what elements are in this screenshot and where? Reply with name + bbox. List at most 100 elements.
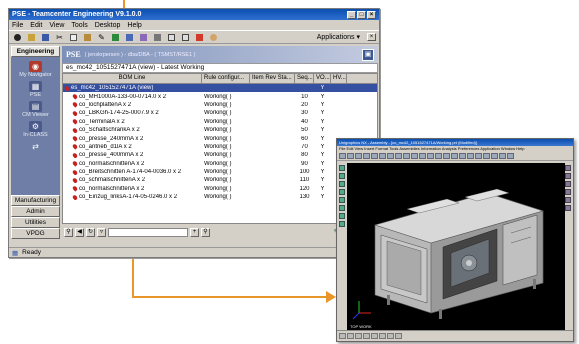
cad-tool-icon[interactable] (347, 153, 354, 159)
nav-item-connector[interactable]: ⇄ (29, 141, 42, 152)
add-icon[interactable]: + (190, 227, 199, 237)
cad-side-icon[interactable] (565, 205, 571, 211)
cad-tool-icon[interactable] (395, 153, 402, 159)
cad-side-icon[interactable] (339, 173, 345, 179)
cad-tool-icon[interactable] (419, 153, 426, 159)
open-folder-icon[interactable] (26, 32, 37, 42)
cad-status-icon[interactable] (355, 333, 362, 339)
cad-side-icon[interactable] (565, 197, 571, 203)
cad-side-icon[interactable] (565, 173, 571, 179)
cad-tool-icon[interactable] (499, 153, 506, 159)
person-icon[interactable] (208, 32, 219, 42)
minimize-button[interactable]: _ (347, 10, 356, 19)
cad-tool-icon[interactable] (387, 153, 394, 159)
pen-icon[interactable]: ✎ (96, 32, 107, 42)
cad-tool-icon[interactable] (427, 153, 434, 159)
cad-tool-icon[interactable] (411, 153, 418, 159)
cad-status-icon[interactable] (387, 333, 394, 339)
cad-status-icon[interactable] (363, 333, 370, 339)
menu-desktop[interactable]: Desktop (95, 22, 121, 29)
cad-tool-icon[interactable] (459, 153, 466, 159)
copy-icon[interactable] (68, 32, 79, 42)
table-row[interactable]: co_schmalschnittenA x 2 Working( ) 110 Y (63, 176, 377, 184)
cad-side-icon[interactable] (339, 189, 345, 195)
cad-status-icon[interactable] (395, 333, 402, 339)
cad-tool-icon[interactable] (363, 153, 370, 159)
cad-tool-icon[interactable] (371, 153, 378, 159)
table-row[interactable]: co_Breitschnitten A-174-04-0036.0 x 2 Wor… (63, 168, 377, 176)
close-button[interactable]: × (367, 10, 376, 19)
search-icon[interactable]: ⚲ (64, 227, 73, 237)
grid-icon[interactable] (166, 32, 177, 42)
column-rule-config[interactable]: Rule configur... (202, 74, 250, 83)
table-row[interactable]: co_LBKGh-174-25-0007.9 x 2 Working( ) 30 Y (63, 109, 377, 117)
tab-utilities[interactable]: Utilities (11, 217, 60, 228)
table-row[interactable]: co_normalschnittenA x 2 Working( ) 90 Y (63, 160, 377, 168)
structure-icon[interactable] (124, 32, 135, 42)
filter-icon[interactable]: ▿ (97, 227, 106, 237)
table-row[interactable]: co_MH1000A-133-00-0714.0 x 2 Working( ) 10… (63, 92, 377, 100)
table-row[interactable]: co_normalschnittenA x 2 Working( ) 120 Y (63, 185, 377, 193)
column-seq[interactable]: Seq... (295, 74, 314, 83)
menu-help[interactable]: Help (127, 22, 141, 29)
cad-tool-icon[interactable] (339, 153, 346, 159)
find-icon[interactable]: ⚲ (201, 227, 210, 237)
table-row[interactable]: co_Einzug_linksA-174-05-0246.0 x 2 Workin… (63, 193, 377, 201)
refresh-icon[interactable]: ↻ (86, 227, 95, 237)
cad-tool-icon[interactable] (451, 153, 458, 159)
cad-side-icon[interactable] (565, 181, 571, 187)
cad-status-icon[interactable] (347, 333, 354, 339)
paste-icon[interactable] (82, 32, 93, 42)
nav-item-cm-viewer[interactable]: ▤ CM Viewer (22, 101, 49, 118)
applications-menu[interactable]: Applications ▾ (314, 33, 363, 42)
applications-close-button[interactable]: × (367, 33, 376, 41)
tab-admin[interactable]: Admin (11, 206, 60, 217)
column-hv[interactable]: HV... (331, 74, 347, 83)
settings-icon[interactable] (152, 32, 163, 42)
table-row[interactable]: co_presse_240mmA x 2 Working( ) 60 Y (63, 134, 377, 142)
compare-icon[interactable] (138, 32, 149, 42)
tab-manufacturing[interactable]: Manufacturing (11, 195, 60, 206)
cad-side-icon[interactable] (339, 221, 345, 227)
cad-side-icon[interactable] (565, 189, 571, 195)
cad-side-icon[interactable] (339, 197, 345, 203)
window-titlebar[interactable]: PSE - Teamcenter Engineering V9.1.0.0 _ … (9, 9, 379, 20)
column-item-rev-status[interactable]: Item Rev Sta... (250, 74, 295, 83)
cad-tool-icon[interactable] (507, 153, 514, 159)
cad-tool-icon[interactable] (475, 153, 482, 159)
tab-engineering[interactable]: Engineering (11, 46, 60, 57)
cut-icon[interactable]: ✂ (54, 32, 65, 42)
cad-status-icon[interactable] (379, 333, 386, 339)
pdf-icon[interactable] (194, 32, 205, 42)
cad-side-icon[interactable] (339, 213, 345, 219)
layout-icon[interactable] (180, 32, 191, 42)
cad-tool-icon[interactable] (467, 153, 474, 159)
table-row[interactable]: co_antrieb_d1lA x 2 Working( ) 70 Y (63, 143, 377, 151)
table-row[interactable]: es_mc42_1051527471A (view) Y (63, 84, 377, 93)
cad-status-icon[interactable] (371, 333, 378, 339)
find-input[interactable] (108, 227, 188, 237)
tab-vpdg[interactable]: VPDG (11, 228, 60, 239)
cad-tool-icon[interactable] (443, 153, 450, 159)
cad-side-icon[interactable] (339, 205, 345, 211)
cad-tool-icon[interactable] (483, 153, 490, 159)
cad-tool-icon[interactable] (355, 153, 362, 159)
column-bom-line[interactable]: BOM Line (63, 74, 202, 83)
cad-tool-icon[interactable] (491, 153, 498, 159)
cad-tool-icon[interactable] (435, 153, 442, 159)
nav-item-my-navigator[interactable]: ◉ My Navigator (19, 61, 52, 78)
nav-item-pse[interactable]: ▦ PSE (29, 81, 42, 98)
cad-viewport[interactable]: TOP WORK (347, 163, 565, 331)
nav-item-in-class[interactable]: ⚙ In-CLASS (23, 121, 48, 138)
table-row[interactable]: co_presse_400mmA x 2 Working( ) 80 Y (63, 151, 377, 159)
cad-side-icon[interactable] (339, 165, 345, 171)
table-row[interactable]: co_SchaltschrankA x 2 Working( ) 50 Y (63, 126, 377, 134)
pse-settings-icon[interactable]: ▣ (362, 48, 374, 61)
table-row[interactable]: co_lochplattenA x 2 Working( ) 20 Y (63, 101, 377, 109)
flag-icon[interactable] (110, 32, 121, 42)
menu-edit[interactable]: Edit (30, 22, 42, 29)
menu-file[interactable]: File (12, 22, 23, 29)
menu-tools[interactable]: Tools (71, 22, 87, 29)
home-icon[interactable] (12, 32, 23, 42)
cad-side-icon[interactable] (339, 181, 345, 187)
